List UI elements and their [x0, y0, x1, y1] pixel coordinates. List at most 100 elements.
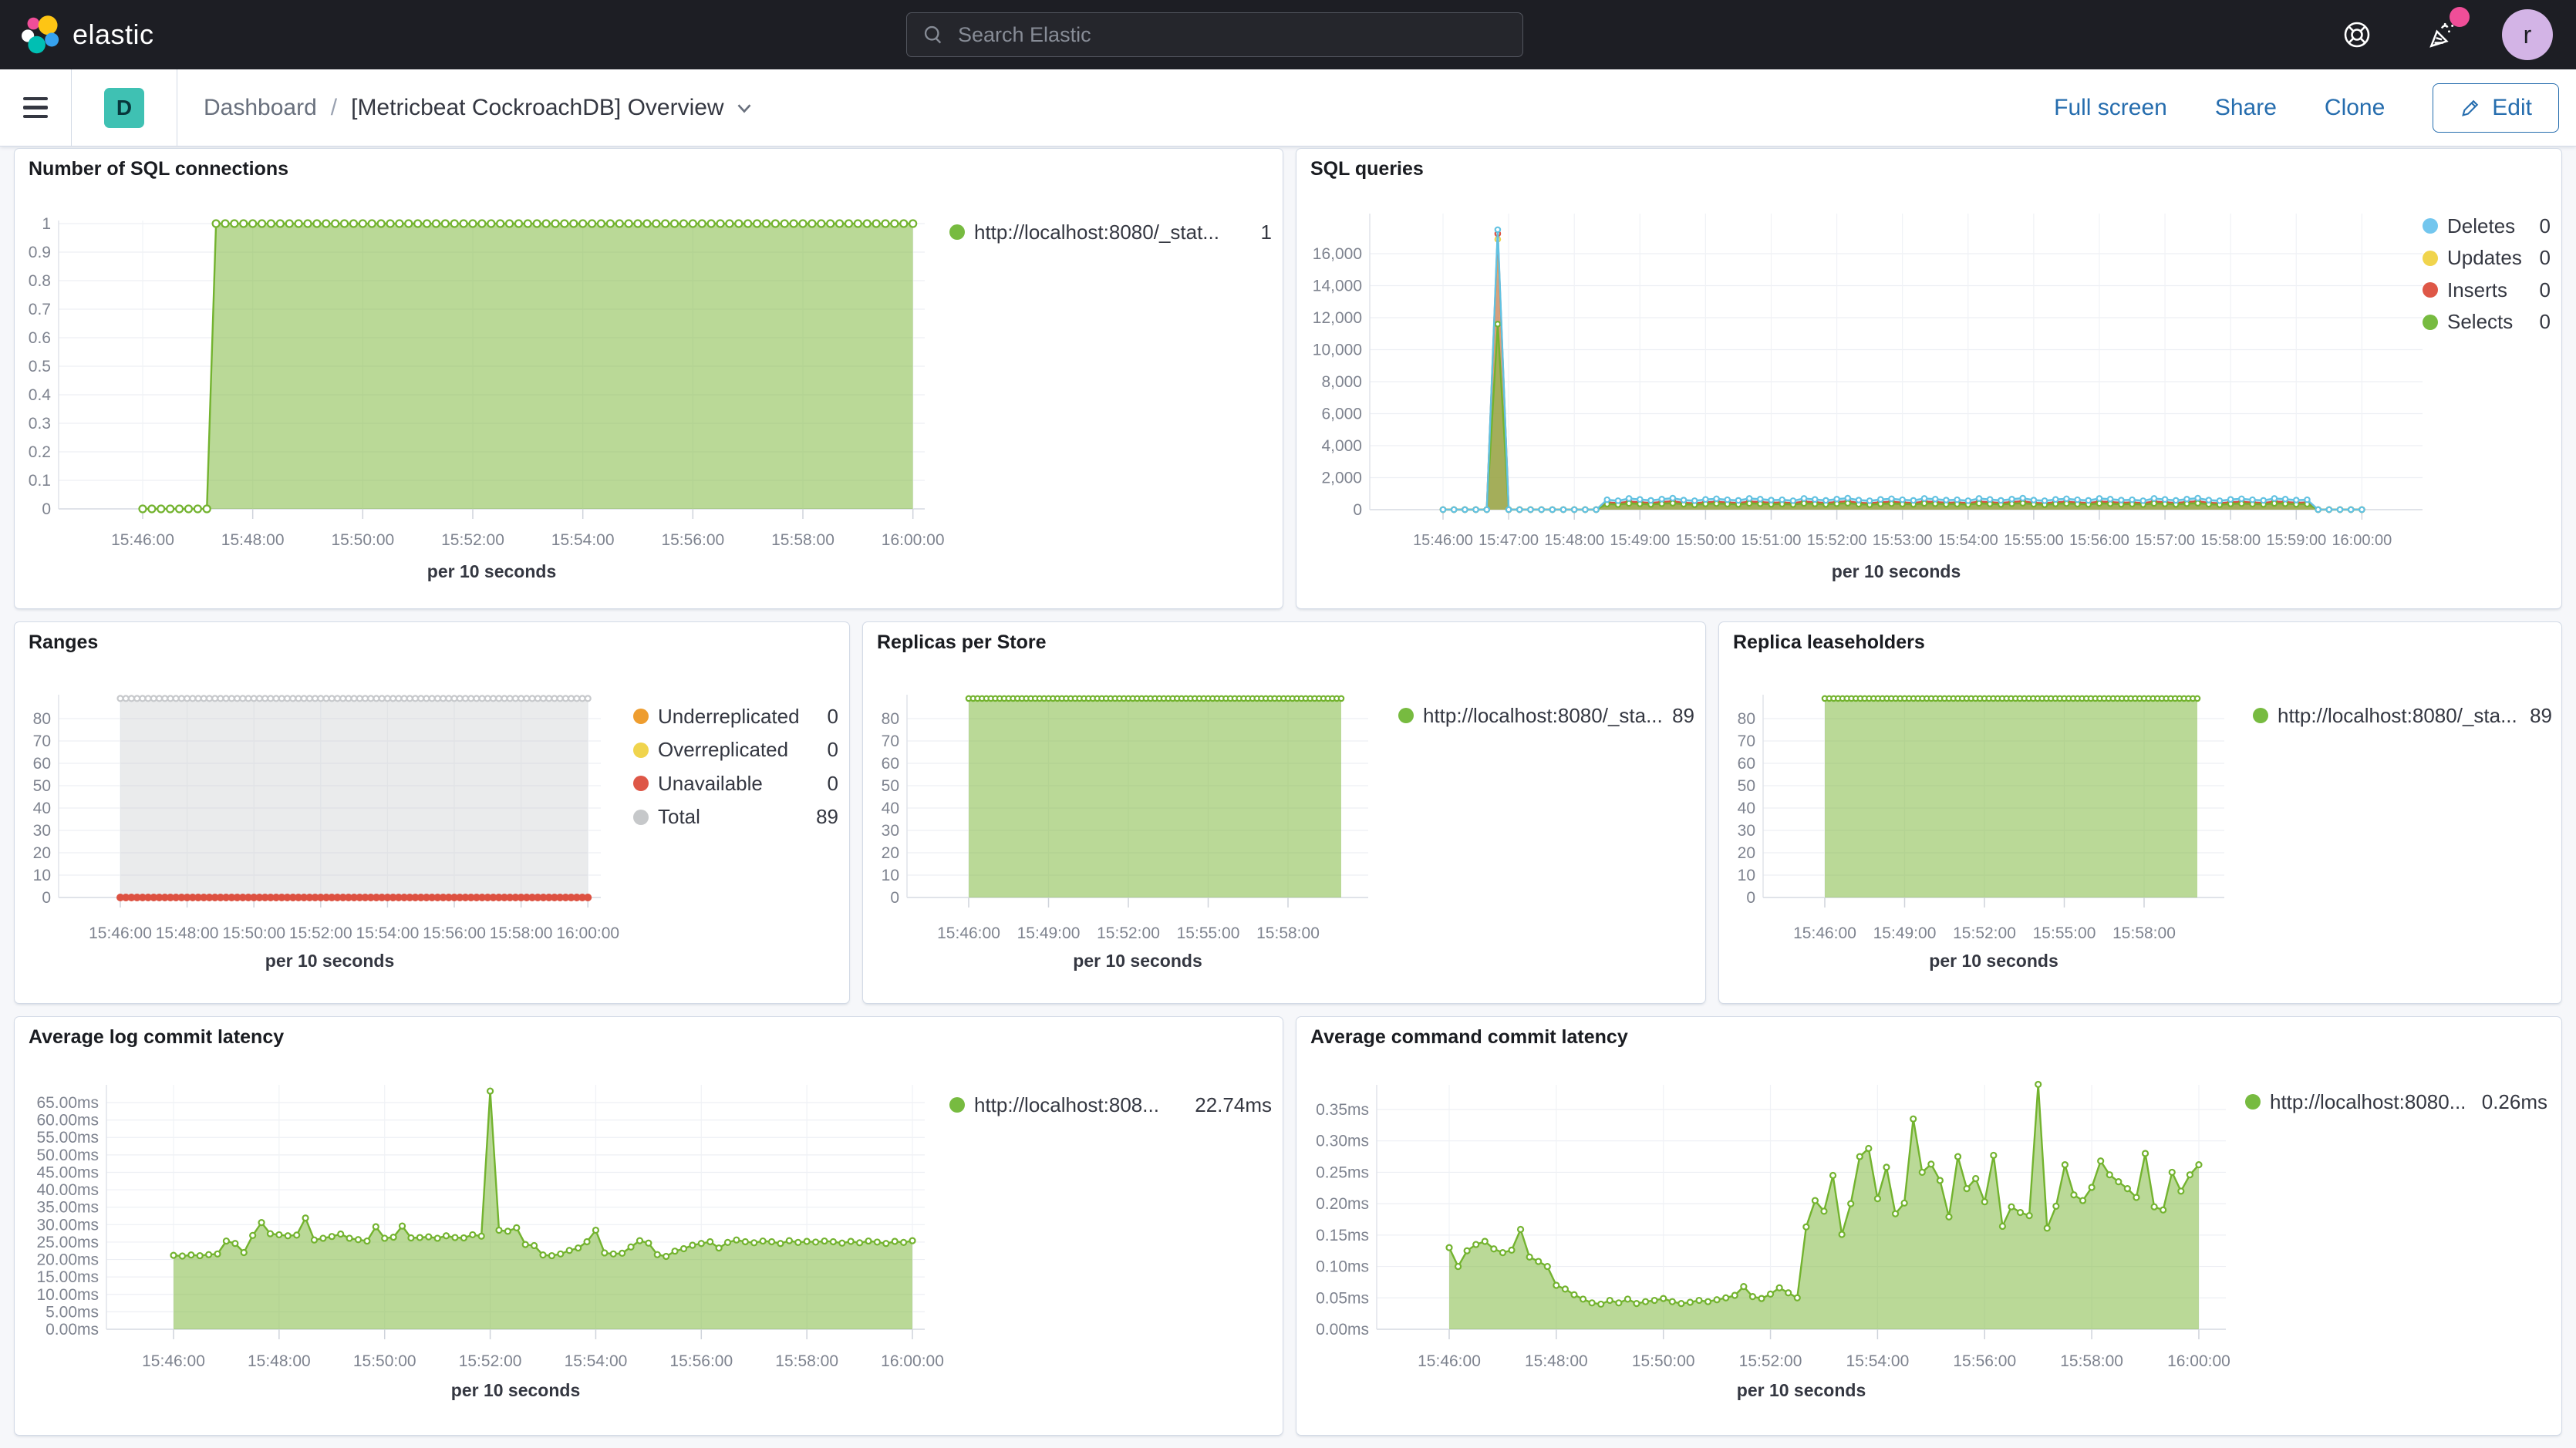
chevron-down-icon [735, 99, 754, 117]
svg-text:15:54:00: 15:54:00 [1846, 1352, 1910, 1370]
svg-text:30: 30 [1738, 822, 1755, 840]
chart-replicas-per-store[interactable]: 0102030405060708015:46:0015:49:0015:52:0… [863, 622, 1705, 1003]
legend-item-unavailable[interactable]: Unavailable0 [633, 767, 838, 800]
panel-title[interactable]: Replicas per Store [877, 631, 1047, 654]
svg-text:16:00:00: 16:00:00 [2332, 532, 2392, 549]
global-search[interactable] [906, 12, 1523, 57]
svg-text:15:49:00: 15:49:00 [1017, 924, 1081, 942]
svg-text:8,000: 8,000 [1321, 373, 1362, 391]
legend-item-total[interactable]: Total89 [633, 801, 838, 833]
legend-item-http-localhost-8080-sta-[interactable]: http://localhost:8080/_sta...89 [2253, 699, 2552, 732]
legend-item-http-localhost-8080-[interactable]: http://localhost:8080...0.26ms [2245, 1086, 2547, 1118]
legend-label: Overreplicated [658, 738, 818, 762]
legend-value: 89 [1672, 704, 1694, 728]
svg-text:55.00ms: 55.00ms [36, 1129, 99, 1147]
edit-button[interactable]: Edit [2433, 83, 2559, 133]
breadcrumb-dashboard[interactable]: Dashboard [204, 95, 317, 121]
legend-value: 0 [828, 772, 838, 796]
chart-replica-leaseholders[interactable]: 0102030405060708015:46:0015:49:0015:52:0… [1719, 622, 2561, 1003]
svg-text:0.10ms: 0.10ms [1316, 1258, 1369, 1276]
chart-avg-command-commit-latency[interactable]: 0.00ms0.05ms0.10ms0.15ms0.20ms0.25ms0.30… [1296, 1017, 2561, 1435]
svg-text:0.30ms: 0.30ms [1316, 1133, 1369, 1150]
legend-item-inserts[interactable]: Inserts0 [2423, 274, 2551, 306]
legend-swatch [633, 709, 649, 724]
svg-text:0.00ms: 0.00ms [1316, 1321, 1369, 1339]
legend-item-http-localhost-8080-stat-[interactable]: http://localhost:8080/_stat...1 [949, 216, 1272, 248]
legend-label: Deletes [2447, 214, 2530, 238]
svg-text:1: 1 [42, 215, 51, 233]
svg-text:15:52:00: 15:52:00 [459, 1352, 522, 1370]
svg-text:15:55:00: 15:55:00 [2004, 532, 2064, 549]
svg-text:per 10 seconds: per 10 seconds [1073, 951, 1202, 971]
legend-label: http://localhost:8080... [2270, 1090, 2473, 1114]
legend-item-updates[interactable]: Updates0 [2423, 242, 2551, 274]
svg-text:20: 20 [1738, 844, 1755, 862]
legend-item-underreplicated[interactable]: Underreplicated0 [633, 700, 838, 732]
svg-text:15:46:00: 15:46:00 [1793, 924, 1856, 942]
breadcrumb-current[interactable]: [Metricbeat CockroachDB] Overview [351, 95, 754, 121]
svg-text:16,000: 16,000 [1313, 245, 1362, 263]
svg-text:60.00ms: 60.00ms [36, 1112, 99, 1130]
svg-text:2,000: 2,000 [1321, 470, 1362, 487]
svg-text:70: 70 [1738, 732, 1755, 750]
svg-text:15:48:00: 15:48:00 [1544, 532, 1604, 549]
page-title: [Metricbeat CockroachDB] Overview [351, 95, 724, 121]
svg-text:60: 60 [1738, 755, 1755, 773]
search-input[interactable] [956, 22, 1507, 48]
panel-title[interactable]: SQL queries [1310, 158, 1424, 180]
svg-text:80: 80 [1738, 710, 1755, 728]
svg-text:15:46:00: 15:46:00 [111, 531, 174, 549]
menu-button[interactable] [0, 69, 71, 146]
svg-text:15:56:00: 15:56:00 [1953, 1352, 2016, 1370]
svg-text:0: 0 [42, 500, 51, 518]
panel-title[interactable]: Average command commit latency [1310, 1026, 1628, 1049]
svg-text:per 10 seconds: per 10 seconds [1832, 561, 1961, 581]
legend-swatch [2423, 251, 2438, 266]
avatar-initial: r [2524, 21, 2532, 49]
share-button[interactable]: Share [2215, 95, 2277, 121]
chart-sql-queries[interactable]: 02,0004,0006,0008,00010,00012,00014,0001… [1296, 149, 2561, 608]
space-switcher[interactable]: D [104, 88, 144, 128]
panel-title[interactable]: Average log commit latency [29, 1026, 284, 1049]
breadcrumb: Dashboard / [Metricbeat CockroachDB] Ove… [204, 95, 754, 121]
space-badge-letter: D [116, 96, 132, 120]
elastic-logo[interactable]: elastic [20, 15, 190, 55]
svg-text:12,000: 12,000 [1313, 309, 1362, 327]
svg-text:20.00ms: 20.00ms [36, 1251, 99, 1269]
full-screen-button[interactable]: Full screen [2054, 95, 2167, 121]
legend-item-deletes[interactable]: Deletes0 [2423, 210, 2551, 242]
newsfeed-button[interactable] [2417, 10, 2466, 59]
clone-button[interactable]: Clone [2325, 95, 2385, 121]
svg-text:15:48:00: 15:48:00 [248, 1352, 311, 1370]
svg-text:20: 20 [33, 844, 51, 862]
svg-text:0.20ms: 0.20ms [1316, 1195, 1369, 1213]
chart-avg-log-commit-latency[interactable]: 0.00ms5.00ms10.00ms15.00ms20.00ms25.00ms… [15, 1017, 1283, 1435]
legend-item-http-localhost-808-[interactable]: http://localhost:808...22.74ms [949, 1089, 1272, 1121]
svg-text:15:52:00: 15:52:00 [1097, 924, 1160, 942]
legend-item-http-localhost-8080-sta-[interactable]: http://localhost:8080/_sta... 89 [1398, 699, 1694, 732]
svg-text:0: 0 [1746, 889, 1755, 907]
svg-text:0.2: 0.2 [29, 443, 51, 461]
svg-text:30.00ms: 30.00ms [36, 1216, 99, 1234]
svg-text:60: 60 [33, 755, 51, 773]
search-icon [922, 24, 944, 45]
legend-item-selects[interactable]: Selects0 [2423, 306, 2551, 338]
svg-text:15:54:00: 15:54:00 [356, 924, 420, 942]
legend-value: 0 [828, 705, 838, 729]
svg-text:15:50:00: 15:50:00 [331, 531, 394, 549]
panel-title[interactable]: Ranges [29, 631, 98, 654]
svg-text:0.25ms: 0.25ms [1316, 1163, 1369, 1181]
svg-text:14,000: 14,000 [1313, 278, 1362, 295]
user-avatar[interactable]: r [2502, 9, 2553, 60]
breadcrumb-separator: / [331, 95, 337, 121]
svg-text:70: 70 [33, 732, 51, 750]
panel-title[interactable]: Replica leaseholders [1733, 631, 1925, 654]
svg-text:15:55:00: 15:55:00 [2033, 924, 2096, 942]
legend-item-overreplicated[interactable]: Overreplicated0 [633, 734, 838, 766]
svg-text:15:54:00: 15:54:00 [551, 531, 615, 549]
legend-label: http://localhost:8080/_sta... [1423, 704, 1663, 728]
legend-value: 89 [2530, 704, 2552, 728]
svg-text:15:50:00: 15:50:00 [222, 924, 285, 942]
help-button[interactable] [2332, 10, 2382, 59]
panel-title[interactable]: Number of SQL connections [29, 158, 288, 180]
